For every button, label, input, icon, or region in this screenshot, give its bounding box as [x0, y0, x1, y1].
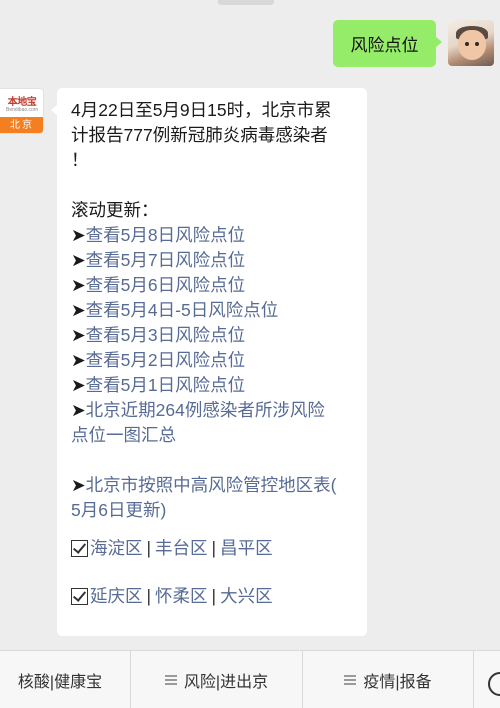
arrow-icon: ➤: [71, 475, 86, 495]
menu-item-risk-travel[interactable]: 风险|进出京: [131, 651, 302, 708]
incoming-message-bubble: 4月22日至5月9日15时，北京市累 计报告777例新冠肺炎病毒感染者 ！ 滚动…: [51, 88, 367, 636]
arrow-icon: ➤: [71, 350, 86, 370]
link-may-7[interactable]: 查看5月7日风险点位: [86, 250, 245, 270]
arrow-icon: ➤: [71, 225, 86, 245]
arrow-icon: ➤: [71, 400, 86, 420]
bottom-menu-bar: 核酸|健康宝 风险|进出京 疫情|报备: [0, 650, 500, 708]
checkbox-icon: [71, 540, 88, 557]
bot-avatar[interactable]: 本地宝 Bendibao.com 北京: [0, 88, 44, 134]
summary-link-line-2[interactable]: 点位一图汇总: [71, 425, 176, 445]
district-haidian-link[interactable]: 海淀区: [90, 538, 143, 558]
menu-list-icon: [164, 675, 177, 685]
outgoing-message-bubble[interactable]: 风险点位: [333, 20, 442, 67]
menu-item-epidemic-report[interactable]: 疫情|报备: [303, 651, 473, 708]
headline-line-1: 4月22日至5月9日15时，北京市累: [71, 100, 332, 120]
link-may-1[interactable]: 查看5月1日风险点位: [86, 375, 245, 395]
checkbox-icon: [71, 588, 88, 605]
risk-table-link-line-1[interactable]: 北京市按照中高风险管控地区表(: [86, 475, 337, 495]
district-fengtai-link[interactable]: 丰台区: [155, 538, 208, 558]
menu-item-label: 疫情|报备: [363, 674, 432, 691]
previous-message-edge: [218, 0, 274, 5]
menu-item-label: 风险|进出京: [183, 674, 269, 691]
district-daxing-link[interactable]: 大兴区: [220, 586, 273, 606]
arrow-icon: ➤: [71, 250, 86, 270]
link-may-3[interactable]: 查看5月3日风险点位: [86, 325, 245, 345]
district-huairou-link[interactable]: 怀柔区: [155, 586, 208, 606]
headline-line-2: 计报告777例新冠肺炎病毒感染者: [71, 125, 328, 145]
outgoing-message-text: 风险点位: [350, 36, 419, 55]
separator: |: [211, 538, 217, 558]
separator: |: [146, 538, 152, 558]
arrow-icon: ➤: [71, 300, 86, 320]
district-yanqing-link[interactable]: 延庆区: [90, 586, 143, 606]
risk-table-link-line-2[interactable]: 5月6日更新): [71, 500, 166, 520]
separator: |: [146, 586, 152, 606]
headline-line-3: ！: [71, 150, 89, 170]
link-may-6[interactable]: 查看5月6日风险点位: [86, 275, 245, 295]
update-label: 滚动更新：: [71, 200, 159, 220]
arrow-icon: ➤: [71, 325, 86, 345]
summary-link-line-1[interactable]: 北京近期264例感染者所涉风险: [86, 400, 325, 420]
brand-logo-text: 本地宝: [7, 97, 37, 108]
brand-domain-text: Bendibao.com: [6, 107, 38, 113]
brand-city-label: 北京: [0, 117, 43, 133]
separator: |: [211, 586, 217, 606]
user-avatar[interactable]: [448, 20, 494, 66]
arrow-icon: ➤: [71, 375, 86, 395]
menu-list-icon: [344, 675, 357, 685]
menu-divider: [473, 651, 474, 708]
district-changping-link[interactable]: 昌平区: [220, 538, 273, 558]
link-may-2[interactable]: 查看5月2日风险点位: [86, 350, 245, 370]
menu-item-label: 核酸|健康宝: [17, 674, 103, 691]
link-may-4-5[interactable]: 查看5月4日-5日风险点位: [86, 300, 279, 320]
arrow-icon: ➤: [71, 275, 86, 295]
menu-item-nucleic-health[interactable]: 核酸|健康宝: [0, 651, 130, 708]
link-may-8[interactable]: 查看5月8日风险点位: [86, 225, 245, 245]
